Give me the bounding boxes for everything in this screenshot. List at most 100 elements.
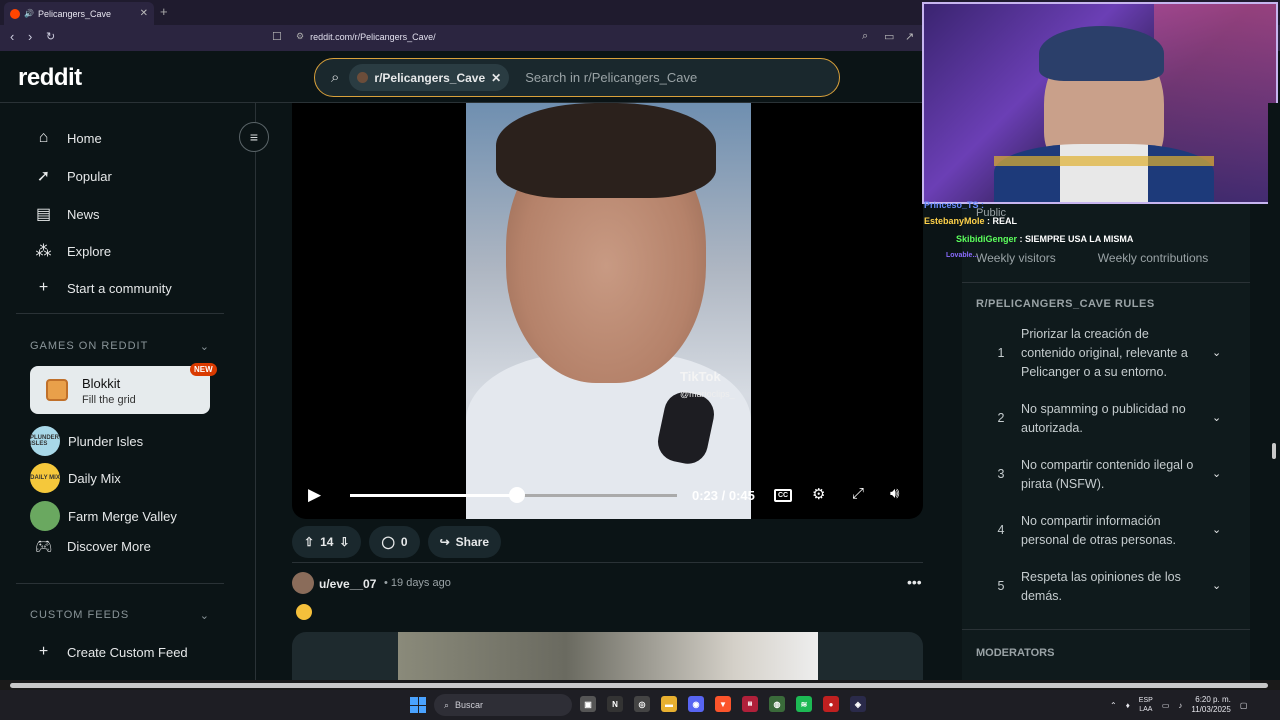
chat-user: EstebanyMole xyxy=(924,216,985,226)
video-controls: ▶ 0:23 / 0:45 CC ⚙ ⤢ 🔊︎ xyxy=(292,475,923,515)
post-action-bar: ⇧ 14 ⇩ ◯ 0 ↪ Share xyxy=(292,526,502,558)
horizontal-scroll-thumb[interactable] xyxy=(10,683,1268,688)
bookmark-icon[interactable]: ☐ xyxy=(272,30,282,43)
app-icon[interactable]: ▤ xyxy=(742,696,758,712)
volume-icon[interactable]: 🔊︎ xyxy=(890,485,899,502)
explore-icon: ⁂ xyxy=(35,243,52,260)
new-tab-button[interactable]: + xyxy=(160,4,168,19)
subreddit-avatar xyxy=(357,72,369,83)
horizontal-scrollbar[interactable] xyxy=(0,680,1280,690)
chevron-down-icon[interactable]: ⌄ xyxy=(1212,409,1221,428)
featured-game-blokkit[interactable]: Blokkit Fill the grid xyxy=(30,366,210,414)
back-icon[interactable]: ‹ xyxy=(10,29,14,44)
chat-user: Lovable... xyxy=(946,252,979,259)
vertical-scrollbar[interactable] xyxy=(1268,103,1280,680)
video-scrubber-handle[interactable] xyxy=(509,487,526,503)
rule-item[interactable]: 4 No compartir información personal de o… xyxy=(976,512,1236,550)
game-farm-merge-valley[interactable]: Farm Merge Valley xyxy=(30,501,177,531)
url-field[interactable]: ⚙ reddit.com/r/Pelicangers_Cave/ xyxy=(296,31,436,42)
video-player[interactable]: TikTok @marioclips_ ▶ 0:23 / 0:45 CC ⚙ ⤢… xyxy=(292,103,923,519)
fullscreen-icon[interactable]: ⤢ xyxy=(852,485,864,502)
spotify-icon[interactable]: ≋ xyxy=(796,696,812,712)
reddit-logo[interactable]: reddit xyxy=(18,64,82,92)
close-tab-icon[interactable]: ✕ xyxy=(140,8,148,19)
chrome-icon[interactable]: ◎ xyxy=(634,696,650,712)
reload-icon[interactable]: ↻ xyxy=(46,30,55,43)
forward-icon[interactable]: › xyxy=(28,29,32,44)
search-bar[interactable]: ⌕ r/Pelicangers_Cave ✕ xyxy=(314,58,840,97)
app-icon[interactable]: ◍ xyxy=(769,696,785,712)
search-input[interactable] xyxy=(525,70,826,85)
settings-gear-icon[interactable]: ⚙ xyxy=(812,485,825,503)
post-author[interactable]: u/eve__07 xyxy=(319,577,376,591)
tray-overflow-icon[interactable]: ⌃ xyxy=(1110,701,1117,710)
create-custom-feed[interactable]: + Create Custom Feed xyxy=(34,643,188,661)
search-icon: ⌕ xyxy=(444,699,450,710)
rule-item[interactable]: 2 No spamming o publicidad no autorizada… xyxy=(976,400,1236,438)
cast-icon[interactable]: ▭ xyxy=(884,30,894,43)
user-avatar[interactable] xyxy=(292,572,314,594)
share-page-icon[interactable]: ↗ xyxy=(905,30,914,43)
chat-user: Princeso_TS : xyxy=(924,200,985,210)
microphone-icon[interactable]: ♦ xyxy=(1126,701,1130,710)
language-indicator[interactable]: ESP LAA xyxy=(1139,696,1153,714)
upvote-icon[interactable]: ⇧ xyxy=(304,535,314,549)
game-daily-mix[interactable]: DAILY MIX Daily Mix xyxy=(30,463,121,493)
subreddit-search-chip[interactable]: r/Pelicangers_Cave ✕ xyxy=(349,64,510,91)
audio-playing-icon[interactable]: 🔊 xyxy=(24,9,34,18)
gamepad-icon: 🎮︎ xyxy=(34,538,53,554)
browser-tab[interactable]: 🔊 Pelicangers_Cave ✕ xyxy=(4,2,154,25)
downvote-icon[interactable]: ⇩ xyxy=(339,535,349,549)
system-clock[interactable]: 6:20 p. m. 11/03/2025 xyxy=(1191,695,1230,715)
chip-label: r/Pelicangers_Cave xyxy=(374,70,486,85)
remove-chip-icon[interactable]: ✕ xyxy=(491,71,501,85)
zoom-icon[interactable]: ⌕ xyxy=(862,30,868,43)
custom-feeds-header[interactable]: CUSTOM FEEDS ⌄ xyxy=(30,609,210,622)
featured-game-title: Blokkit xyxy=(82,376,121,391)
url-text: reddit.com/r/Pelicangers_Cave/ xyxy=(310,31,436,42)
nav-explore[interactable]: ⁂ Explore xyxy=(34,241,112,261)
comment-count: 0 xyxy=(400,535,408,549)
chevron-down-icon[interactable]: ⌄ xyxy=(1212,577,1221,596)
volume-icon[interactable]: ♪ xyxy=(1178,701,1182,710)
chat-line: Lovable... xyxy=(946,252,978,259)
rule-item[interactable]: 3 No compartir contenido ilegal o pirata… xyxy=(976,456,1236,494)
app-icon[interactable]: ◈ xyxy=(850,696,866,712)
task-view-icon[interactable]: ▣ xyxy=(580,696,596,712)
collapse-sidebar-button[interactable]: ≡ xyxy=(239,122,269,152)
nav-start-community[interactable]: + Start a community xyxy=(34,279,172,297)
notifications-icon[interactable]: ▢ xyxy=(1240,701,1248,710)
more-options-icon[interactable]: ••• xyxy=(907,574,922,590)
play-icon[interactable]: ▶ xyxy=(308,485,321,505)
captions-icon[interactable]: CC xyxy=(774,489,792,502)
nav-news[interactable]: ▤ News xyxy=(34,204,100,224)
obs-icon[interactable]: ● xyxy=(823,696,839,712)
menu-icon: ≡ xyxy=(249,129,259,145)
network-icon[interactable]: ▭ xyxy=(1162,701,1170,710)
chevron-down-icon[interactable]: ⌄ xyxy=(1212,344,1221,363)
discover-more[interactable]: 🎮︎ Discover More xyxy=(34,538,151,555)
reddit-favicon-icon xyxy=(10,8,20,19)
nav-home[interactable]: ⌂ Home xyxy=(34,129,102,147)
comments-button[interactable]: ◯ 0 xyxy=(369,526,420,558)
taskbar-search[interactable]: ⌕ Buscar xyxy=(434,694,572,716)
chat-line: EstebanyMole : REAL xyxy=(924,216,1017,226)
site-info-icon[interactable]: ⚙ xyxy=(296,31,304,42)
game-plunder-isles[interactable]: PLUNDER ISLES Plunder Isles xyxy=(30,426,143,456)
rule-item[interactable]: 5 Respeta las opiniones de los demás. ⌄ xyxy=(976,568,1236,606)
nav-label: News xyxy=(67,206,100,222)
nav-popular[interactable]: ➚ Popular xyxy=(34,166,112,186)
windows-start-icon[interactable] xyxy=(410,697,426,713)
post-image[interactable] xyxy=(292,632,923,680)
rule-item[interactable]: 1 Priorizar la creación de contenido ori… xyxy=(976,325,1236,382)
chevron-down-icon[interactable]: ⌄ xyxy=(1212,465,1221,484)
file-explorer-icon[interactable]: ▬ xyxy=(661,696,677,712)
vertical-scroll-thumb[interactable] xyxy=(1272,443,1276,459)
brave-icon[interactable]: ▼ xyxy=(715,696,731,712)
share-button[interactable]: ↪ Share xyxy=(427,526,502,558)
notion-icon[interactable]: N xyxy=(607,696,623,712)
chevron-down-icon[interactable]: ⌄ xyxy=(1212,521,1221,540)
discord-icon[interactable]: ◉ xyxy=(688,696,704,712)
video-progress-bar[interactable] xyxy=(350,487,677,503)
games-section-header[interactable]: GAMES ON REDDIT ⌄ xyxy=(30,340,210,353)
